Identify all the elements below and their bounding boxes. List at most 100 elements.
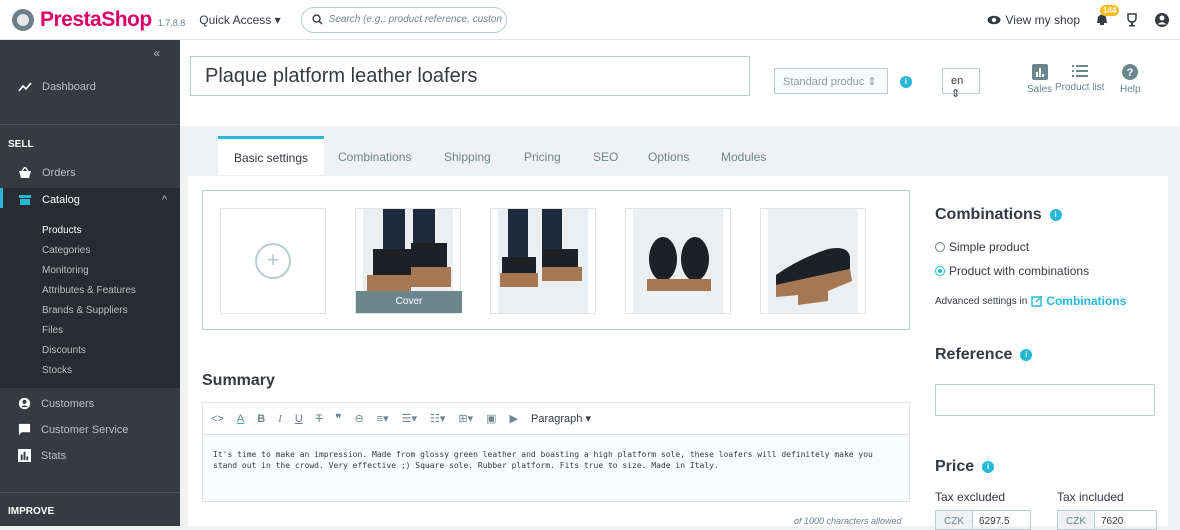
sidebar-item-customer-service[interactable]: Customer Service [18,423,128,436]
product-list-label: Product list [1055,82,1105,93]
link-icon[interactable]: ⊖ [354,412,363,425]
editor-toolbar: <> A B I U T ❞ ⊖ ≡▾ ☰▾ ☷▾ ⊞▾ ▣ ▶ Paragra… [203,403,909,435]
sidebar-item-stats[interactable]: Stats [18,449,66,462]
media-icon[interactable]: ▶ [510,412,518,425]
sidebar-item-customers[interactable]: Customers [18,397,94,410]
price-tax-excluded-input[interactable]: CZK 6297.5 [935,510,1031,530]
sales-button[interactable]: Sales [1027,64,1052,95]
notifications-button[interactable]: 144 [1094,4,1120,30]
table-icon[interactable]: ⊞▾ [458,412,473,425]
bar-chart-icon [18,449,31,462]
info-icon[interactable]: i [982,461,995,473]
basket-icon [19,167,31,178]
product-photo [768,209,858,313]
prestashop-logo-icon [12,8,34,31]
radio-icon [935,242,945,252]
summary-editor: <> A B I U T ❞ ⊖ ≡▾ ☰▾ ☷▾ ⊞▾ ▣ ▶ Paragra… [202,402,910,502]
search-input[interactable]: Search (e.g.: product reference, custon [300,6,507,33]
sidebar-sub-stocks[interactable]: Stocks [42,365,72,376]
reference-input[interactable] [935,384,1155,416]
account-icon[interactable] [1154,12,1170,28]
bold-icon[interactable]: B [257,413,265,425]
text-color-icon[interactable]: A [237,413,244,425]
sidebar-item-orders[interactable]: Orders [18,167,76,179]
radio-label: Simple product [949,240,1030,254]
italic-icon[interactable]: I [278,413,282,425]
tab-basic-settings[interactable]: Basic settings [218,136,325,175]
char-count: of 1000 characters allowed [794,516,902,526]
product-image[interactable] [760,208,866,314]
reference-title: Reference [935,346,1013,363]
brand-name: PrestaShop [40,7,152,31]
sidebar-sub-attributes[interactable]: Attributes & Features [42,285,136,296]
price-tax-included-input[interactable]: CZK 7620 [1057,510,1157,530]
sidebar-item-catalog[interactable]: Catalog ^ [18,194,167,206]
product-name-input[interactable]: Plaque platform leather loafers [190,56,750,96]
price-title: Price [935,458,975,475]
sidebar-sub-monitoring[interactable]: Monitoring [42,265,89,276]
view-shop-link[interactable]: View my shop [987,13,1080,27]
source-code-icon[interactable]: <> [211,413,224,425]
product-tabs: Basic settings Combinations Shipping Pri… [180,126,1180,176]
image-icon[interactable]: ▣ [486,412,496,425]
sidebar-label: Customers [41,397,95,410]
strikethrough-icon[interactable]: T [316,413,323,425]
radio-simple-product[interactable]: Simple product [935,240,1029,254]
format-select[interactable]: Paragraph ▾ [531,412,591,425]
sidebar-sub-files[interactable]: Files [42,325,63,336]
search-icon [312,14,323,25]
external-link-icon [1031,295,1043,307]
bullet-list-icon[interactable]: ☰▾ [402,412,417,425]
sidebar-label: Dashboard [42,81,96,93]
radio-product-with-combinations[interactable]: Product with combinations [935,264,1089,278]
tab-options[interactable]: Options [648,150,689,164]
language-select[interactable]: en ⇕ [942,68,980,100]
sidebar-item-dashboard[interactable]: Dashboard [18,81,96,93]
chevron-up-icon: ^ [161,194,168,206]
sidebar-sub-products[interactable]: Products [42,225,81,236]
store-icon [19,195,31,205]
tab-modules[interactable]: Modules [721,150,766,164]
summary-text[interactable]: It's time to make an impression. Made fr… [203,435,909,501]
help-icon: ? [1122,64,1139,80]
quick-access-label: Quick Access [199,12,272,27]
product-image[interactable] [625,208,731,314]
info-icon[interactable]: i [900,76,912,88]
info-icon[interactable]: i [1020,349,1033,361]
combinations-link-label: Combinations [1046,294,1127,308]
collapse-sidebar-button[interactable]: « [153,46,160,60]
combinations-link[interactable]: Combinations [1031,294,1126,308]
sidebar-label: Customer Service [41,423,129,436]
align-icon[interactable]: ≡▾ [377,412,389,425]
sidebar-sub-categories[interactable]: Categories [42,245,90,256]
quote-icon[interactable]: ❞ [336,412,342,425]
active-indicator [0,188,3,208]
quick-access-dropdown[interactable]: Quick Access ▾ [199,13,280,27]
product-type-select[interactable]: Standard produc ⇕ [774,68,888,94]
tab-seo[interactable]: SEO [593,150,618,164]
divider [0,492,180,493]
basic-settings-panel: + Cover Summary <> A B I U T ❞ ⊖ ≡▾ ☰▾ ☷… [188,176,1168,530]
tab-combinations[interactable]: Combinations [338,150,411,164]
plus-icon: + [255,243,291,279]
image-gallery: + Cover [202,190,910,330]
product-list-button[interactable]: Product list [1055,64,1104,93]
tab-pricing[interactable]: Pricing [524,150,561,164]
tax-excluded-label: Tax excluded [935,490,1006,504]
product-image-cover[interactable]: Cover [355,208,462,314]
help-button[interactable]: ? Help [1120,64,1141,95]
section-sell: SELL [8,139,34,150]
notification-badge: 144 [1100,4,1120,16]
info-icon[interactable]: i [1049,209,1062,221]
eye-icon [987,15,1001,25]
sidebar-sub-discounts[interactable]: Discounts [42,345,86,356]
trophy-icon[interactable] [1124,12,1140,28]
sidebar-sub-brands[interactable]: Brands & Suppliers [42,305,128,316]
tab-shipping[interactable]: Shipping [444,150,491,164]
add-image-button[interactable]: + [220,208,326,314]
underline-icon[interactable]: U [295,413,303,425]
numbered-list-icon[interactable]: ☷▾ [430,412,445,425]
product-image[interactable] [490,208,596,314]
logo[interactable]: PrestaShop 1.7.8.8 [12,8,185,32]
sidebar-label: Stats [41,449,67,462]
